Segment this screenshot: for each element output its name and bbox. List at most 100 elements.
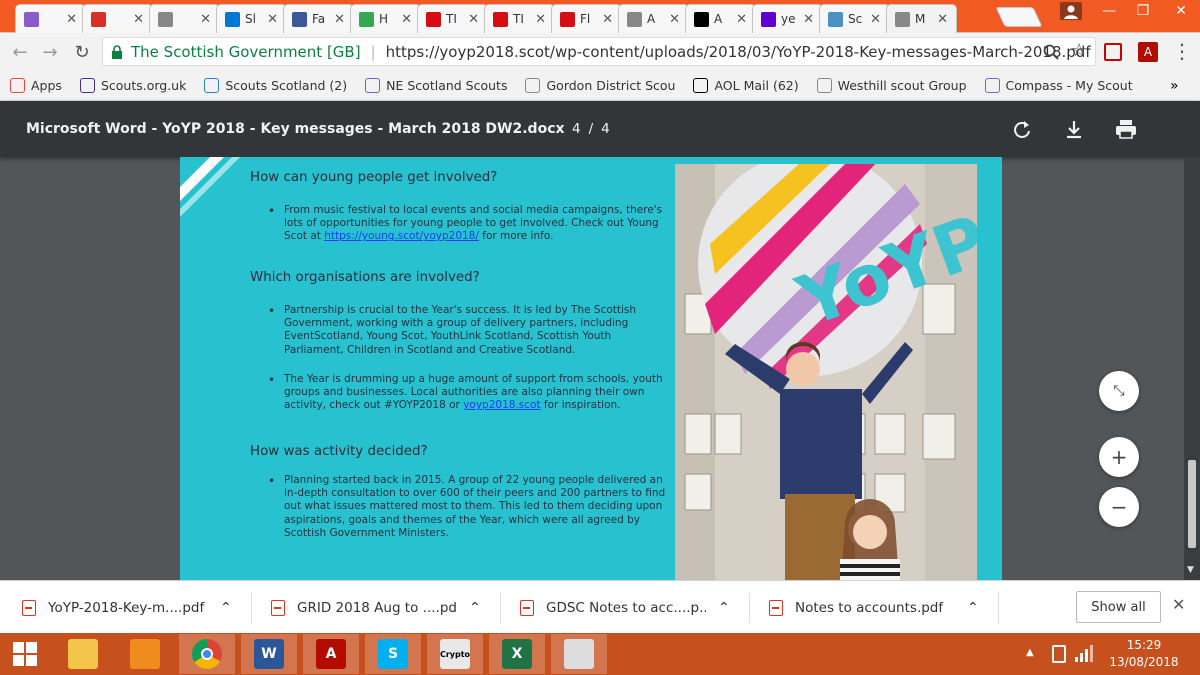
tab-close-icon[interactable]: ✕	[267, 12, 278, 27]
taskbar-app-button[interactable]: W	[241, 634, 297, 674]
restore-button[interactable]: ❐	[1126, 0, 1160, 22]
scroll-down-arrow-icon[interactable]: ▼	[1187, 565, 1194, 575]
minimize-button[interactable]: —	[1092, 0, 1126, 22]
browser-tab[interactable]: M ✕	[886, 4, 957, 33]
bookmark-item[interactable]: AOL Mail (62)	[693, 78, 799, 93]
download-options-chevron-icon[interactable]: ⌃	[718, 600, 730, 616]
taskbar-app-button[interactable]: X	[489, 634, 545, 674]
show-hidden-icons[interactable]: ▲	[1026, 647, 1034, 658]
tab-close-icon[interactable]: ✕	[468, 12, 479, 27]
browser-tab[interactable]: A ✕	[685, 4, 756, 33]
close-downloads-icon[interactable]: ✕	[1172, 595, 1185, 614]
extension-acrobat-icon[interactable]: A	[1138, 42, 1158, 62]
extension-mcafee-icon[interactable]	[1104, 43, 1122, 61]
tab-close-icon[interactable]: ✕	[401, 12, 412, 27]
fit-to-page-button[interactable]: ⤡	[1099, 371, 1139, 411]
network-icon[interactable]	[1074, 645, 1094, 663]
new-tab-button[interactable]	[995, 7, 1043, 27]
pdf-file-icon	[520, 599, 534, 616]
taskbar-app-button[interactable]	[55, 634, 111, 674]
bookmark-item[interactable]: NE Scotland Scouts	[365, 78, 507, 93]
browser-tab[interactable]: Fl ✕	[551, 4, 622, 33]
browser-tab[interactable]: TI ✕	[484, 4, 555, 33]
browser-tab[interactable]: ✕	[15, 4, 86, 33]
browser-tab[interactable]: H ✕	[350, 4, 421, 33]
tab-close-icon[interactable]: ✕	[669, 12, 680, 27]
tab-close-icon[interactable]: ✕	[200, 12, 211, 27]
back-button[interactable]: ←	[8, 41, 32, 63]
young-scot-link[interactable]: https://young.scot/yoyp2018/	[324, 230, 479, 242]
back-arrow-icon: ←	[12, 41, 28, 63]
bookmark-item[interactable]: Scouts Scotland (2)	[204, 78, 347, 93]
pdf-file-icon	[271, 599, 285, 616]
zoom-out-button[interactable]: −	[1099, 487, 1139, 527]
download-options-chevron-icon[interactable]: ⌃	[220, 600, 232, 616]
bookmark-item[interactable]: Compass - My Scout	[984, 78, 1133, 93]
close-window-button[interactable]: ✕	[1162, 0, 1200, 22]
tab-close-icon[interactable]: ✕	[870, 12, 881, 27]
vertical-scrollbar[interactable]: ▼	[1184, 157, 1200, 580]
zoom-icon[interactable]	[1043, 44, 1059, 60]
pdf-file-icon	[769, 599, 783, 616]
tab-close-icon[interactable]: ✕	[736, 12, 747, 27]
tab-close-icon[interactable]: ✕	[66, 12, 77, 27]
forward-arrow-icon: →	[42, 41, 58, 63]
omnibox-divider: |	[370, 42, 376, 61]
download-options-chevron-icon[interactable]: ⌃	[469, 600, 481, 616]
taskbar-app-button[interactable]	[117, 634, 173, 674]
download-options-chevron-icon[interactable]: ⌃	[967, 600, 979, 616]
profile-button[interactable]	[1060, 2, 1082, 20]
forward-button[interactable]: →	[38, 41, 62, 63]
tab-close-icon[interactable]: ✕	[803, 12, 814, 27]
bookmarks-overflow-button[interactable]: »	[1170, 78, 1179, 94]
lock-icon	[112, 44, 122, 59]
tab-title: Fl	[580, 12, 591, 26]
tab-close-icon[interactable]: ✕	[937, 12, 948, 27]
browser-tab[interactable]: Sc ✕	[819, 4, 890, 33]
clock-date: 13/08/2018	[1109, 655, 1179, 669]
rotate-icon[interactable]	[1012, 119, 1032, 139]
start-button[interactable]	[0, 634, 50, 674]
site-identity[interactable]: The Scottish Government [GB]	[131, 43, 361, 61]
browser-tab[interactable]: A ✕	[618, 4, 689, 33]
download-item[interactable]: GRID 2018 Aug to ....pdf ⌃	[271, 581, 496, 634]
browser-tab[interactable]: ✕	[82, 4, 153, 33]
system-clock[interactable]: 15:29 13/08/2018	[1108, 637, 1180, 671]
print-icon[interactable]	[1115, 119, 1137, 139]
battery-icon[interactable]	[1052, 645, 1066, 663]
reload-button[interactable]: ↻	[70, 41, 94, 63]
download-item[interactable]: YoYP-2018-Key-m....pdf ⌃	[22, 581, 247, 634]
download-item[interactable]: GDSC Notes to acc....p... ⌃	[520, 581, 745, 634]
heading-organisations: Which organisations are involved?	[250, 270, 480, 285]
browser-tab[interactable]: Sl ✕	[216, 4, 287, 33]
tab-close-icon[interactable]: ✕	[334, 12, 345, 27]
taskbar-app-button[interactable]	[551, 634, 607, 674]
address-bar[interactable]: The Scottish Government [GB] | https://y…	[102, 37, 1096, 66]
tab-close-icon[interactable]: ✕	[133, 12, 144, 27]
browser-tab[interactable]: ye ✕	[752, 4, 823, 33]
bookmark-item[interactable]: Scouts.org.uk	[79, 78, 186, 93]
bookmark-item[interactable]: Gordon District Scou	[525, 78, 675, 93]
bookmark-label: Compass - My Scout	[1005, 78, 1133, 93]
menu-icon[interactable]: ⋮	[1172, 39, 1192, 63]
bookmark-star-icon[interactable]: ☆	[1071, 40, 1087, 61]
page-current[interactable]: 4	[572, 121, 581, 137]
download-item[interactable]: Notes to accounts.pdf ⌃	[769, 581, 994, 634]
taskbar-app-button[interactable]: S	[365, 634, 421, 674]
taskbar-app-button[interactable]: A	[303, 634, 359, 674]
bookmark-item[interactable]: Westhill scout Group	[816, 78, 967, 93]
scrollbar-thumb[interactable]	[1188, 460, 1196, 548]
browser-tab[interactable]: Fa ✕	[283, 4, 354, 33]
download-icon[interactable]	[1064, 119, 1084, 139]
yoyp-link[interactable]: yoyp2018.scot	[463, 399, 540, 411]
browser-tab[interactable]: ✕	[149, 4, 220, 33]
tab-close-icon[interactable]: ✕	[602, 12, 613, 27]
zoom-in-button[interactable]: +	[1099, 437, 1139, 477]
browser-tab[interactable]: TI ✕	[417, 4, 488, 33]
url-text[interactable]: https://yoyp2018.scot/wp-content/uploads…	[386, 43, 1091, 61]
tab-close-icon[interactable]: ✕	[535, 12, 546, 27]
show-all-button[interactable]: Show all	[1076, 591, 1161, 623]
bookmark-item[interactable]: Apps	[10, 78, 62, 93]
taskbar-app-button[interactable]: Crypto	[427, 634, 483, 674]
taskbar-app-button[interactable]	[179, 634, 235, 674]
